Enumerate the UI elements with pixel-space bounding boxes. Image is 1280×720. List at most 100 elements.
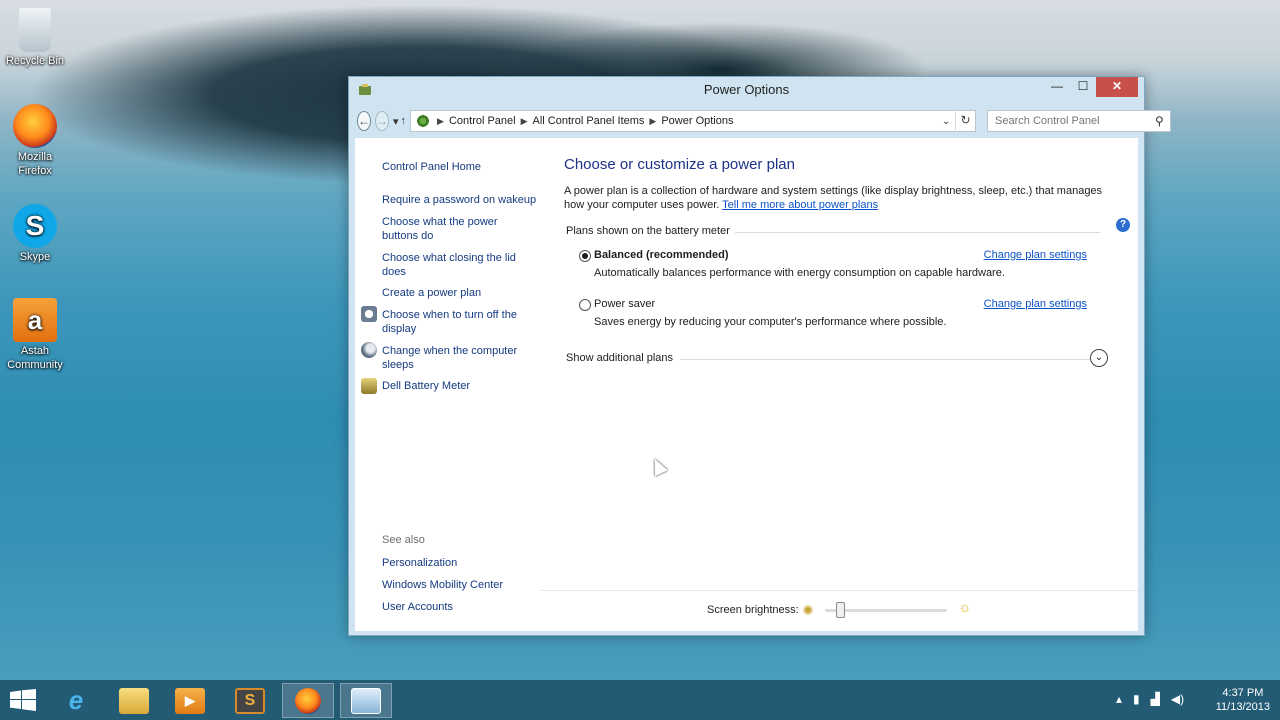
brightness-slider[interactable] xyxy=(825,602,947,618)
show-hidden-icons-icon[interactable]: ▴ xyxy=(1116,692,1122,706)
desktop-icon-firefox[interactable]: Mozilla Firefox xyxy=(0,104,70,178)
arrow-right-icon: → xyxy=(376,114,388,128)
additional-plans-divider xyxy=(680,359,1090,360)
brightness-slider-thumb[interactable] xyxy=(835,602,845,618)
taskbar: e ▶ S ▴ ▮ ▟ ◀) 4:37 PM 11/13/2013 xyxy=(0,680,1280,720)
window-title: Power Options xyxy=(703,82,790,97)
breadcrumb-all-items[interactable]: All Control Panel Items xyxy=(533,115,645,127)
change-plan-settings-link[interactable]: Change plan settings xyxy=(984,249,1087,261)
volume-icon[interactable]: ◀) xyxy=(1171,692,1184,706)
breadcrumb-power-options[interactable]: Power Options xyxy=(661,115,733,127)
brightness-label: Screen brightness: xyxy=(707,604,799,616)
forward-button[interactable]: → xyxy=(375,111,389,131)
desktop-icon-label: Recycle Bin xyxy=(5,55,65,67)
power-buttons-link[interactable]: Choose what the power buttons do xyxy=(382,215,517,243)
maximize-button[interactable]: ☐ xyxy=(1070,77,1096,97)
plan-description: Automatically balances performance with … xyxy=(594,267,1005,279)
clock-time: 4:37 PM xyxy=(1222,687,1264,699)
plan-radio-power-saver[interactable] xyxy=(579,299,591,311)
taskbar-firefox[interactable] xyxy=(282,683,334,718)
refresh-button[interactable]: ↻ xyxy=(955,110,975,132)
slides-icon: S xyxy=(235,687,265,714)
desktop-icon-recycle-bin[interactable]: Recycle Bin xyxy=(0,8,70,68)
user-accounts-link[interactable]: User Accounts xyxy=(382,600,542,614)
section-label: Plans shown on the battery meter xyxy=(566,225,730,237)
desktop-icon-astah[interactable]: a Astah Community xyxy=(0,298,70,372)
create-power-plan-link[interactable]: Create a power plan xyxy=(382,286,542,300)
minimize-button[interactable]: — xyxy=(1044,77,1070,97)
brightness-bar: Screen brightness: ☼ xyxy=(540,590,1138,631)
recycle-bin-icon xyxy=(19,8,51,52)
desktop-icon-label: Astah Community xyxy=(7,345,63,371)
taskbar-file-explorer[interactable] xyxy=(108,683,160,718)
closing-lid-link[interactable]: Choose what closing the lid does xyxy=(382,251,527,279)
plan-name[interactable]: Balanced (recommended) xyxy=(594,249,728,261)
breadcrumb-separator-icon: ▶ xyxy=(437,115,444,126)
title-bar[interactable]: Power Options — ☐ ✕ xyxy=(349,77,1144,103)
windows-start-icon[interactable] xyxy=(10,689,36,711)
plan-name[interactable]: Power saver xyxy=(594,298,655,310)
address-bar[interactable]: ▶ Control Panel ▶ All Control Panel Item… xyxy=(410,110,977,132)
battery-meter-icon xyxy=(361,378,377,394)
breadcrumb-control-panel[interactable]: Control Panel xyxy=(449,115,516,127)
recent-locations-button[interactable]: ▾ xyxy=(393,115,399,128)
network-icon[interactable]: ▟ xyxy=(1151,692,1160,706)
battery-icon[interactable]: ▮ xyxy=(1133,692,1140,706)
search-input[interactable] xyxy=(995,115,1156,127)
close-button[interactable]: ✕ xyxy=(1096,77,1138,97)
see-also-label: See also xyxy=(382,534,425,546)
turn-off-display-link[interactable]: Choose when to turn off the display xyxy=(382,308,527,336)
address-dropdown-icon[interactable]: ⌄ xyxy=(937,116,955,127)
desktop-icon-label: Skype xyxy=(19,251,51,263)
astah-icon: a xyxy=(13,298,57,342)
show-additional-plans[interactable]: Show additional plans xyxy=(566,352,673,364)
firefox-icon xyxy=(13,104,57,148)
page-title: Choose or customize a power plan xyxy=(564,156,795,173)
learn-more-link[interactable]: Tell me more about power plans xyxy=(722,199,878,211)
plan-description: Saves energy by reducing your computer's… xyxy=(594,316,947,328)
control-panel-home-link[interactable]: Control Panel Home xyxy=(382,160,542,174)
page-description: A power plan is a collection of hardware… xyxy=(564,184,1114,212)
sleep-moon-icon xyxy=(361,342,377,358)
change-plan-settings-link[interactable]: Change plan settings xyxy=(984,298,1087,310)
help-icon[interactable]: ? xyxy=(1116,218,1130,232)
up-button[interactable]: ↑ xyxy=(401,115,407,127)
chevron-down-icon: ▾ xyxy=(393,115,399,128)
internet-explorer-icon: e xyxy=(68,685,84,715)
clock[interactable]: 4:37 PM 11/13/2013 xyxy=(1216,686,1270,714)
section-divider xyxy=(735,232,1100,233)
content-area: Control Panel Home Require a password on… xyxy=(355,138,1138,631)
require-password-link[interactable]: Require a password on wakeup xyxy=(382,193,542,207)
desktop-icon-skype[interactable]: S Skype xyxy=(0,204,70,264)
firefox-icon xyxy=(295,687,321,714)
system-tray: ▴ ▮ ▟ ◀) xyxy=(1116,692,1184,706)
arrow-left-icon: ← xyxy=(358,114,370,128)
media-player-icon: ▶ xyxy=(175,687,205,714)
search-box[interactable]: ⚲ xyxy=(987,110,1171,132)
mobility-center-link[interactable]: Windows Mobility Center xyxy=(382,578,542,592)
search-icon[interactable]: ⚲ xyxy=(1155,114,1164,128)
file-explorer-icon xyxy=(119,687,149,714)
personalization-link[interactable]: Personalization xyxy=(382,556,542,570)
display-clock-icon xyxy=(361,306,377,322)
taskbar-slides[interactable]: S xyxy=(224,683,276,718)
arrow-up-icon: ↑ xyxy=(400,115,407,127)
dim-sun-icon xyxy=(803,605,813,615)
back-button[interactable]: ← xyxy=(357,111,371,131)
breadcrumb-separator-icon: ▶ xyxy=(649,115,657,126)
chevron-down-icon[interactable]: ⌄ xyxy=(1090,349,1108,367)
computer-sleeps-link[interactable]: Change when the computer sleeps xyxy=(382,344,527,372)
power-options-icon xyxy=(359,84,371,95)
desktop-icon-label: Mozilla Firefox xyxy=(17,151,53,177)
control-panel-icon xyxy=(351,687,381,714)
bright-sun-icon: ☼ xyxy=(958,599,972,616)
control-panel-icon xyxy=(415,114,432,128)
taskbar-media-player[interactable]: ▶ xyxy=(164,683,216,718)
clock-date: 11/13/2013 xyxy=(1215,701,1270,713)
power-options-window: Power Options — ☐ ✕ ← → ▾ ↑ ▶ Control Pa… xyxy=(348,76,1171,636)
taskbar-internet-explorer[interactable]: e xyxy=(50,683,102,718)
plan-radio-balanced[interactable] xyxy=(579,250,591,262)
skype-icon: S xyxy=(13,204,57,248)
taskbar-control-panel[interactable] xyxy=(340,683,392,718)
dell-battery-meter-link[interactable]: Dell Battery Meter xyxy=(382,379,542,393)
